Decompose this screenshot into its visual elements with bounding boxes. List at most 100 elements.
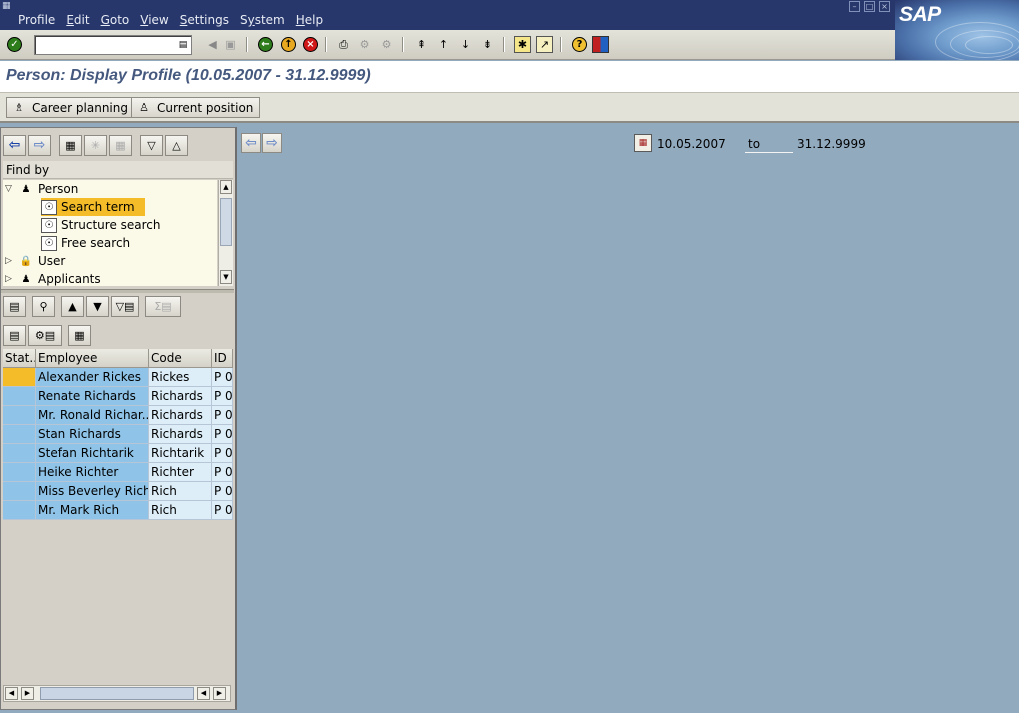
table-row[interactable]: Heike Richter Richter P 0 [3,463,233,482]
table-row[interactable]: Miss Beverley Rich Rich P 0 [3,482,233,501]
row-employee[interactable]: Alexander Rickes [36,368,149,387]
grid-horizontal-scrollbar[interactable]: ◀ ▶ ◀ ▶ [3,685,231,702]
exit-icon[interactable]: ↑ [280,36,297,53]
row-status[interactable] [3,463,36,482]
row-employee[interactable]: Mr. Mark Rich [36,501,149,520]
scroll-right-button[interactable]: ▶ [21,687,34,700]
create-session-icon[interactable]: ✱ [514,36,531,53]
row-code[interactable]: Richards [149,406,212,425]
expanded-icon[interactable]: ▽ [5,184,14,194]
row-employee[interactable]: Heike Richter [36,463,149,482]
find-icon[interactable]: ⚲ [32,295,55,317]
row-code[interactable]: Rich [149,501,212,520]
row-status[interactable] [3,387,36,406]
layout-select-icon[interactable]: ▦ [68,324,91,346]
scroll-thumb[interactable] [220,198,232,246]
expand-icon[interactable]: ✳ [84,134,107,156]
scroll-thumb[interactable] [40,687,194,700]
pane-splitter[interactable] [1,289,234,293]
row-employee[interactable]: Stefan Richtarik [36,444,149,463]
menu-profile[interactable]: Profile [18,13,55,27]
cancel-icon[interactable]: × [302,36,319,53]
close-window-icon[interactable]: × [879,1,890,12]
export-icon[interactable]: ⚙▤ [28,324,62,346]
collapse-all-icon[interactable]: △ [165,134,188,156]
row-status[interactable] [3,444,36,463]
system-menu-icon[interactable]: ▦ [2,1,12,11]
menu-system[interactable]: System [240,13,285,27]
sum-icon[interactable]: Σ▤ [145,295,181,317]
scroll-right-button-end[interactable]: ▶ [213,687,226,700]
help-icon[interactable]: ? [571,36,588,53]
tree-node-applicants[interactable]: ▷ ♟ Applicants [5,270,101,286]
calendar-icon[interactable]: ▦ [634,134,652,152]
scroll-up-button[interactable]: ▲ [220,180,232,194]
tree-node-free-search[interactable]: ☉ Free search [41,234,130,252]
forward-arrow-icon[interactable]: ⇨ [28,134,51,156]
menu-goto[interactable]: Goto [101,13,130,27]
hitlist-icon[interactable]: ▦ [59,134,82,156]
row-status[interactable] [3,406,36,425]
expand-all-icon[interactable]: ▽ [140,134,163,156]
back-icon[interactable]: ← [257,36,274,53]
collapse-icon[interactable]: ▦ [109,134,132,156]
table-row[interactable]: Mr. Ronald Richar... Richards P 0 [3,406,233,425]
row-code[interactable]: Richtarik [149,444,212,463]
row-code[interactable]: Richards [149,387,212,406]
next-object-icon[interactable]: ⇨ [262,133,282,153]
row-id[interactable]: P 0 [212,406,233,425]
tree-node-person[interactable]: ▽ ♟ Person [5,180,78,198]
collapsed-icon[interactable]: ▷ [5,274,14,284]
shortcut-icon[interactable]: ↗ [536,36,553,53]
column-header-status[interactable]: Stat... [3,349,36,368]
row-employee[interactable]: Miss Beverley Rich [36,482,149,501]
row-code[interactable]: Richter [149,463,212,482]
layout-icon[interactable] [592,36,609,53]
row-status[interactable] [3,425,36,444]
collapsed-icon[interactable]: ▷ [5,256,14,266]
row-status[interactable] [3,482,36,501]
row-employee[interactable]: Stan Richards [36,425,149,444]
find-next-icon[interactable]: ⚙ [378,36,395,53]
details-icon[interactable]: ▤ [3,295,26,317]
enter-icon[interactable]: ✓ [6,36,23,53]
print-icon[interactable]: ⎙ [335,36,352,53]
tree-node-search-term[interactable]: ☉ Search term [41,198,145,216]
next-page-icon[interactable]: ↓ [457,36,474,53]
tree-node-structure-search[interactable]: ☉ Structure search [41,216,161,234]
scroll-left-button[interactable]: ◀ [5,687,18,700]
table-row[interactable]: Stan Richards Richards P 0 [3,425,233,444]
row-id[interactable]: P 0 [212,501,233,520]
row-code[interactable]: Rickes [149,368,212,387]
menu-help[interactable]: Help [296,13,323,27]
row-id[interactable]: P 0 [212,444,233,463]
scroll-left-button-end[interactable]: ◀ [197,687,210,700]
command-history-icon[interactable]: ▤ [177,38,189,52]
sort-ascending-icon[interactable]: ▲ [61,295,84,317]
row-status[interactable] [3,368,36,387]
sort-descending-icon[interactable]: ▼ [86,295,109,317]
collapse-command-icon[interactable]: ◀ [204,36,221,53]
table-row[interactable]: Mr. Mark Rich Rich P 0 [3,501,233,520]
table-row[interactable]: Stefan Richtarik Richtarik P 0 [3,444,233,463]
menu-settings[interactable]: Settings [180,13,229,27]
menu-view[interactable]: View [140,13,168,27]
row-code[interactable]: Richards [149,425,212,444]
column-header-employee[interactable]: Employee [36,349,149,368]
filter-icon[interactable]: ▽▤ [111,295,139,317]
save-icon[interactable]: ▣ [222,36,239,53]
previous-page-icon[interactable]: ↑ [435,36,452,53]
career-planning-button[interactable]: ♗ Career planning [6,97,135,118]
menu-edit[interactable]: Edit [66,13,89,27]
maximize-icon[interactable]: □ [864,1,875,12]
row-employee[interactable]: Renate Richards [36,387,149,406]
row-id[interactable]: P 0 [212,482,233,501]
command-field[interactable]: ▤ [34,35,192,55]
first-page-icon[interactable]: ⇞ [413,36,430,53]
previous-object-icon[interactable]: ⇦ [241,133,261,153]
row-id[interactable]: P 0 [212,368,233,387]
scroll-down-button[interactable]: ▼ [220,270,232,284]
row-id[interactable]: P 0 [212,387,233,406]
last-page-icon[interactable]: ⇟ [479,36,496,53]
print-preview-icon[interactable]: ▤ [3,324,26,346]
